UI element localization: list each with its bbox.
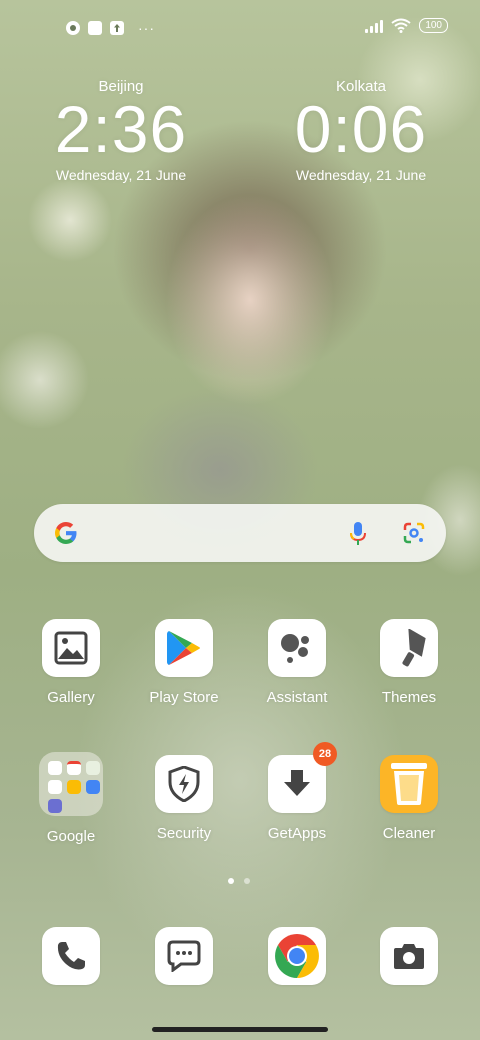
status-bar: ··· 100 xyxy=(0,0,480,56)
assistant-icon xyxy=(268,619,326,677)
app-play-store[interactable]: Play Store xyxy=(134,619,234,706)
youtube-mini-icon xyxy=(48,780,62,794)
google-search-bar[interactable] xyxy=(34,504,446,562)
photos-mini-icon xyxy=(86,780,100,794)
app-themes[interactable]: Themes xyxy=(359,619,459,706)
notification-badge: 28 xyxy=(313,742,337,766)
dock-phone[interactable] xyxy=(21,927,121,985)
app-label: Security xyxy=(156,825,212,842)
chrome-icon xyxy=(268,927,326,985)
clock-widget-beijing[interactable]: Beijing 2:36 Wednesday, 21 June xyxy=(36,78,206,183)
app-security[interactable]: Security xyxy=(134,755,234,842)
app-label: GetApps xyxy=(267,825,327,842)
app-label: Cleaner xyxy=(382,825,436,842)
google-mini-icon xyxy=(48,761,62,775)
maps-mini-icon xyxy=(86,761,100,775)
clock-time: 0:06 xyxy=(294,92,428,166)
upload-icon xyxy=(110,21,124,35)
clock-date: Wednesday, 21 June xyxy=(295,167,427,183)
phone-icon xyxy=(42,927,100,985)
themes-icon xyxy=(380,619,438,677)
square-notification-icon xyxy=(88,21,102,35)
more-notifications-icon: ··· xyxy=(138,20,155,36)
status-right-icons: 100 xyxy=(365,18,448,33)
wifi-icon xyxy=(391,18,411,33)
clock-time: 2:36 xyxy=(54,92,188,166)
app-gallery[interactable]: Gallery xyxy=(21,619,121,706)
getapps-icon: 28 xyxy=(268,742,337,813)
dock-messages[interactable] xyxy=(134,927,234,985)
page-indicator[interactable] xyxy=(228,878,250,884)
dock-camera[interactable] xyxy=(359,927,459,985)
mic-icon[interactable] xyxy=(350,521,366,547)
messages-icon xyxy=(155,927,213,985)
app-getapps[interactable]: 28 GetApps xyxy=(247,742,347,842)
dock-chrome[interactable] xyxy=(247,927,347,985)
app-cleaner[interactable]: Cleaner xyxy=(359,755,459,842)
gallery-icon xyxy=(42,619,100,677)
lens-icon[interactable] xyxy=(402,521,426,545)
cleaner-icon xyxy=(380,755,438,813)
app-label: Themes xyxy=(381,689,437,706)
folder-google[interactable]: Google xyxy=(21,752,121,845)
app-label: Google xyxy=(46,828,96,845)
play-store-icon xyxy=(155,619,213,677)
clock-widget-kolkata[interactable]: Kolkata 0:06 Wednesday, 21 June xyxy=(276,78,446,183)
notification-icon xyxy=(66,21,80,35)
security-icon xyxy=(155,755,213,813)
signal-icon xyxy=(365,19,384,33)
status-left-icons: ··· xyxy=(66,20,155,36)
clock-date: Wednesday, 21 June xyxy=(55,167,187,183)
camera-icon xyxy=(380,927,438,985)
folder-icon xyxy=(39,752,103,816)
battery-icon: 100 xyxy=(419,18,448,33)
google-g-icon xyxy=(55,522,77,544)
app-label: Gallery xyxy=(47,689,95,706)
page-dot xyxy=(244,878,250,884)
meet-mini-icon xyxy=(48,799,62,813)
page-dot-active xyxy=(228,878,234,884)
files-mini-icon xyxy=(67,780,81,794)
home-indicator[interactable] xyxy=(152,1027,328,1032)
app-label: Play Store xyxy=(149,689,219,706)
app-label: Assistant xyxy=(266,689,328,706)
gmail-mini-icon xyxy=(67,761,81,775)
app-assistant[interactable]: Assistant xyxy=(247,619,347,706)
